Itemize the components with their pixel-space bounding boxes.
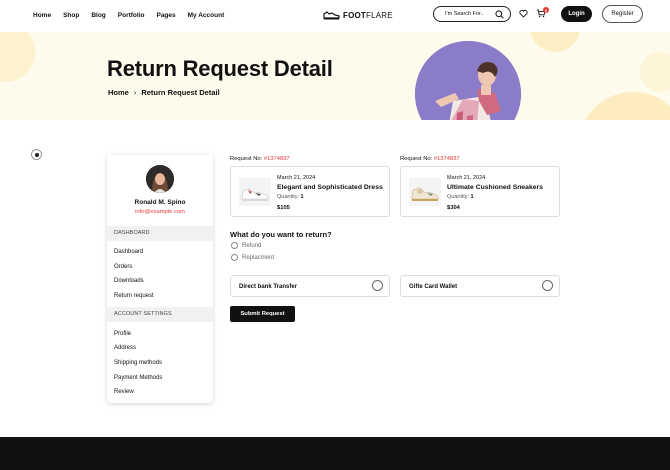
quantity-label: Quantity: — [277, 194, 300, 200]
quantity-value: 1 — [300, 194, 304, 200]
account-sidebar: Ronald M. Spino info@example.com DASHBOA… — [107, 155, 213, 403]
shoe-logo-icon — [323, 11, 340, 20]
product-quantity: Quantity: 1 — [447, 194, 474, 200]
breadcrumb: Home › Return Request Detail — [108, 88, 220, 97]
page-hero: Return Request Detail Home › Return Requ… — [0, 32, 670, 120]
sneaker-image-icon — [239, 178, 271, 206]
gift-card-radio[interactable] — [542, 280, 553, 291]
model-illustration — [415, 41, 521, 120]
user-photo-icon — [146, 165, 174, 193]
request-number-label: Request No: — [230, 156, 263, 162]
quantity-label: Quantity: — [447, 194, 470, 200]
product-price: $105 — [277, 205, 290, 211]
submit-request-button[interactable]: Submit Request — [230, 306, 295, 322]
product-card: March 21, 2024 Ultimate Cushioned Sneake… — [400, 166, 560, 217]
refund-radio[interactable] — [231, 242, 238, 249]
section-heading-dashboard: DASHBOARD — [107, 226, 213, 241]
sidebar-item-payment-methods[interactable]: Payment Methods — [114, 375, 162, 381]
sidebar-item-profile[interactable]: Profile — [114, 331, 131, 337]
nav-pages[interactable]: Pages — [156, 12, 175, 19]
breadcrumb-home[interactable]: Home — [108, 88, 129, 97]
product-card: March 21, 2024 Elegant and Sophisticated… — [230, 166, 390, 217]
avatar — [146, 165, 174, 193]
hero-decor-circle — [640, 52, 670, 92]
option-refund[interactable]: Refund — [231, 242, 261, 249]
nav-portfolio[interactable]: Portfolio — [118, 12, 145, 19]
radio-marker[interactable] — [31, 149, 42, 160]
option-replacement-label: Replacment — [242, 254, 275, 261]
return-question: What do you want to return? — [230, 230, 332, 239]
payment-option-bank-transfer[interactable]: Direct bank Transfer — [230, 275, 390, 297]
register-button[interactable]: Register — [602, 5, 643, 23]
nav-home[interactable]: Home — [33, 12, 51, 19]
section-heading-account-settings: ACCOUNT SETTINGS — [107, 307, 213, 322]
search-box — [433, 6, 511, 22]
nav-shop[interactable]: Shop — [63, 12, 79, 19]
product-quantity: Quantity: 1 — [277, 194, 304, 200]
logo-text-rest: FLARE — [366, 10, 393, 20]
site-footer — [0, 437, 670, 470]
request-number: Request No: #1374837 — [230, 156, 290, 162]
bank-transfer-radio[interactable] — [372, 280, 383, 291]
search-input[interactable] — [445, 11, 495, 17]
nav-my-account[interactable]: My Account — [188, 12, 225, 19]
breadcrumb-separator: › — [133, 88, 137, 97]
hero-decor-circle — [530, 32, 580, 52]
hero-decor-circle — [578, 92, 670, 120]
sidebar-item-review[interactable]: Review — [114, 389, 134, 395]
request-number: Request No: #1374837 — [400, 156, 460, 162]
nav-blog[interactable]: Blog — [91, 12, 105, 19]
quantity-value: 1 — [470, 194, 474, 200]
payment-option-gift-card[interactable]: Gifte Card Wallet — [400, 275, 560, 297]
product-name[interactable]: Elegant and Sophisticated Dress — [277, 184, 383, 191]
search-icon[interactable] — [495, 10, 504, 19]
hero-model-image — [415, 41, 521, 120]
main-nav: Home Shop Blog Portfolio Pages My Accoun… — [33, 12, 236, 19]
option-replacement[interactable]: Replacment — [231, 254, 274, 261]
logo-text-bold: FOOT — [343, 10, 367, 20]
sidebar-item-address[interactable]: Address — [114, 345, 136, 351]
user-email[interactable]: info@example.com — [107, 209, 213, 215]
product-date: March 21, 2024 — [277, 175, 316, 181]
product-image — [239, 178, 271, 206]
product-image — [409, 178, 441, 206]
payment-option-label: Gifte Card Wallet — [409, 284, 458, 290]
request-number-label: Request No: — [400, 156, 433, 162]
hero-decor-circle — [0, 32, 35, 82]
heart-icon[interactable] — [519, 9, 528, 18]
login-button[interactable]: Login — [561, 6, 592, 22]
user-name: Ronald M. Spino — [134, 199, 186, 206]
sidebar-item-shipping-methods[interactable]: Shipping methods — [114, 360, 162, 366]
product-name[interactable]: Ultimate Cushioned Sneakers — [447, 184, 543, 191]
sidebar-item-orders[interactable]: Orders — [114, 264, 132, 270]
site-header: Home Shop Blog Portfolio Pages My Accoun… — [0, 0, 670, 32]
sidebar-item-dashboard[interactable]: Dashboard — [114, 249, 143, 255]
request-number-value: #1374837 — [263, 156, 290, 162]
option-refund-label: Refund — [242, 242, 262, 249]
product-date: March 21, 2024 — [447, 175, 486, 181]
payment-option-label: Direct bank Transfer — [239, 284, 298, 290]
replacement-radio[interactable] — [231, 254, 238, 261]
product-price: $304 — [447, 205, 460, 211]
sneaker-image-icon — [409, 178, 441, 206]
request-number-value: #1374837 — [433, 156, 460, 162]
cart-count-badge: 0 — [543, 7, 549, 13]
breadcrumb-current: Return Request Detail — [141, 88, 220, 97]
page-title: Return Request Detail — [107, 56, 333, 81]
sidebar-item-return-request[interactable]: Return request — [114, 293, 154, 299]
site-logo[interactable]: FOOTFLARE — [323, 10, 393, 20]
sidebar-item-downloads[interactable]: Downloads — [114, 278, 144, 284]
